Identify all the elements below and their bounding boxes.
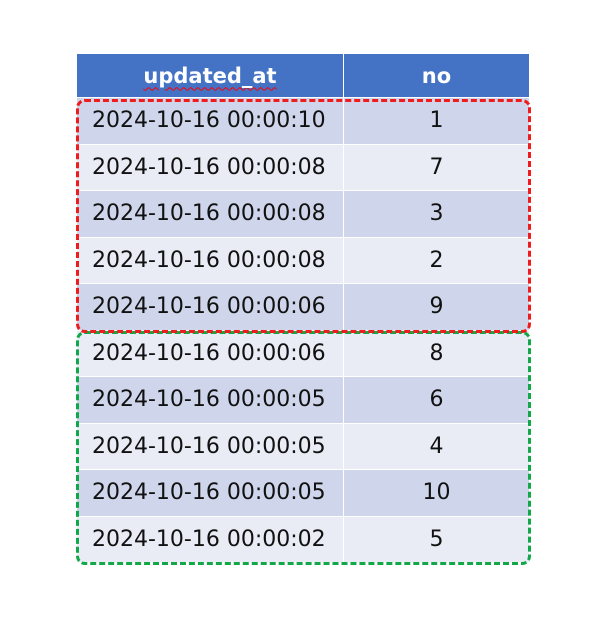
header-updated-at: updated_at bbox=[77, 54, 344, 97]
table-row: 2024-10-16 00:00:05 10 bbox=[77, 470, 529, 517]
cell-updated-at: 2024-10-16 00:00:06 bbox=[77, 330, 344, 376]
cell-no: 6 bbox=[429, 387, 444, 413]
cell-updated-at: 2024-10-16 00:00:05 bbox=[77, 423, 344, 469]
header-no: no bbox=[421, 63, 452, 88]
cell-no: 3 bbox=[429, 201, 444, 227]
cell-no: 5 bbox=[429, 526, 444, 552]
table-body: 2024-10-16 00:00:10 1 2024-10-16 00:00:08 7… bbox=[77, 98, 529, 563]
table-row: 2024-10-16 00:00:06 9 bbox=[77, 284, 529, 331]
cell-updated-at: 2024-10-16 00:00:02 bbox=[77, 516, 344, 562]
cell-no: 2 bbox=[429, 247, 444, 273]
table-row: 2024-10-16 00:00:02 5 bbox=[77, 516, 529, 563]
cell-no: 1 bbox=[429, 108, 444, 134]
cell-updated-at: 2024-10-16 00:00:05 bbox=[77, 470, 344, 516]
cell-no: 10 bbox=[422, 480, 451, 506]
cell-no: 7 bbox=[429, 154, 444, 180]
table-row: 2024-10-16 00:00:05 6 bbox=[77, 377, 529, 424]
data-table: updated_at no 2024-10-16 00:00:10 1 2024-1… bbox=[77, 54, 529, 563]
table-row: 2024-10-16 00:00:08 2 bbox=[77, 237, 529, 284]
cell-updated-at: 2024-10-16 00:00:08 bbox=[77, 191, 344, 237]
table-row: 2024-10-16 00:00:05 4 bbox=[77, 423, 529, 470]
cell-no: 4 bbox=[429, 433, 444, 459]
cell-updated-at: 2024-10-16 00:00:05 bbox=[77, 377, 344, 423]
table-row: 2024-10-16 00:00:10 1 bbox=[77, 98, 529, 145]
header-updated-at-label: updated_at bbox=[143, 63, 277, 88]
table-header-row: updated_at no bbox=[77, 54, 529, 98]
cell-updated-at: 2024-10-16 00:00:10 bbox=[77, 98, 344, 144]
cell-no: 9 bbox=[429, 294, 444, 320]
cell-updated-at: 2024-10-16 00:00:08 bbox=[77, 144, 344, 190]
cell-updated-at: 2024-10-16 00:00:06 bbox=[77, 284, 344, 330]
table-row: 2024-10-16 00:00:08 3 bbox=[77, 191, 529, 238]
cell-updated-at: 2024-10-16 00:00:08 bbox=[77, 237, 344, 283]
table-row: 2024-10-16 00:00:06 8 bbox=[77, 330, 529, 377]
cell-no: 8 bbox=[429, 340, 444, 366]
table-row: 2024-10-16 00:00:08 7 bbox=[77, 144, 529, 191]
